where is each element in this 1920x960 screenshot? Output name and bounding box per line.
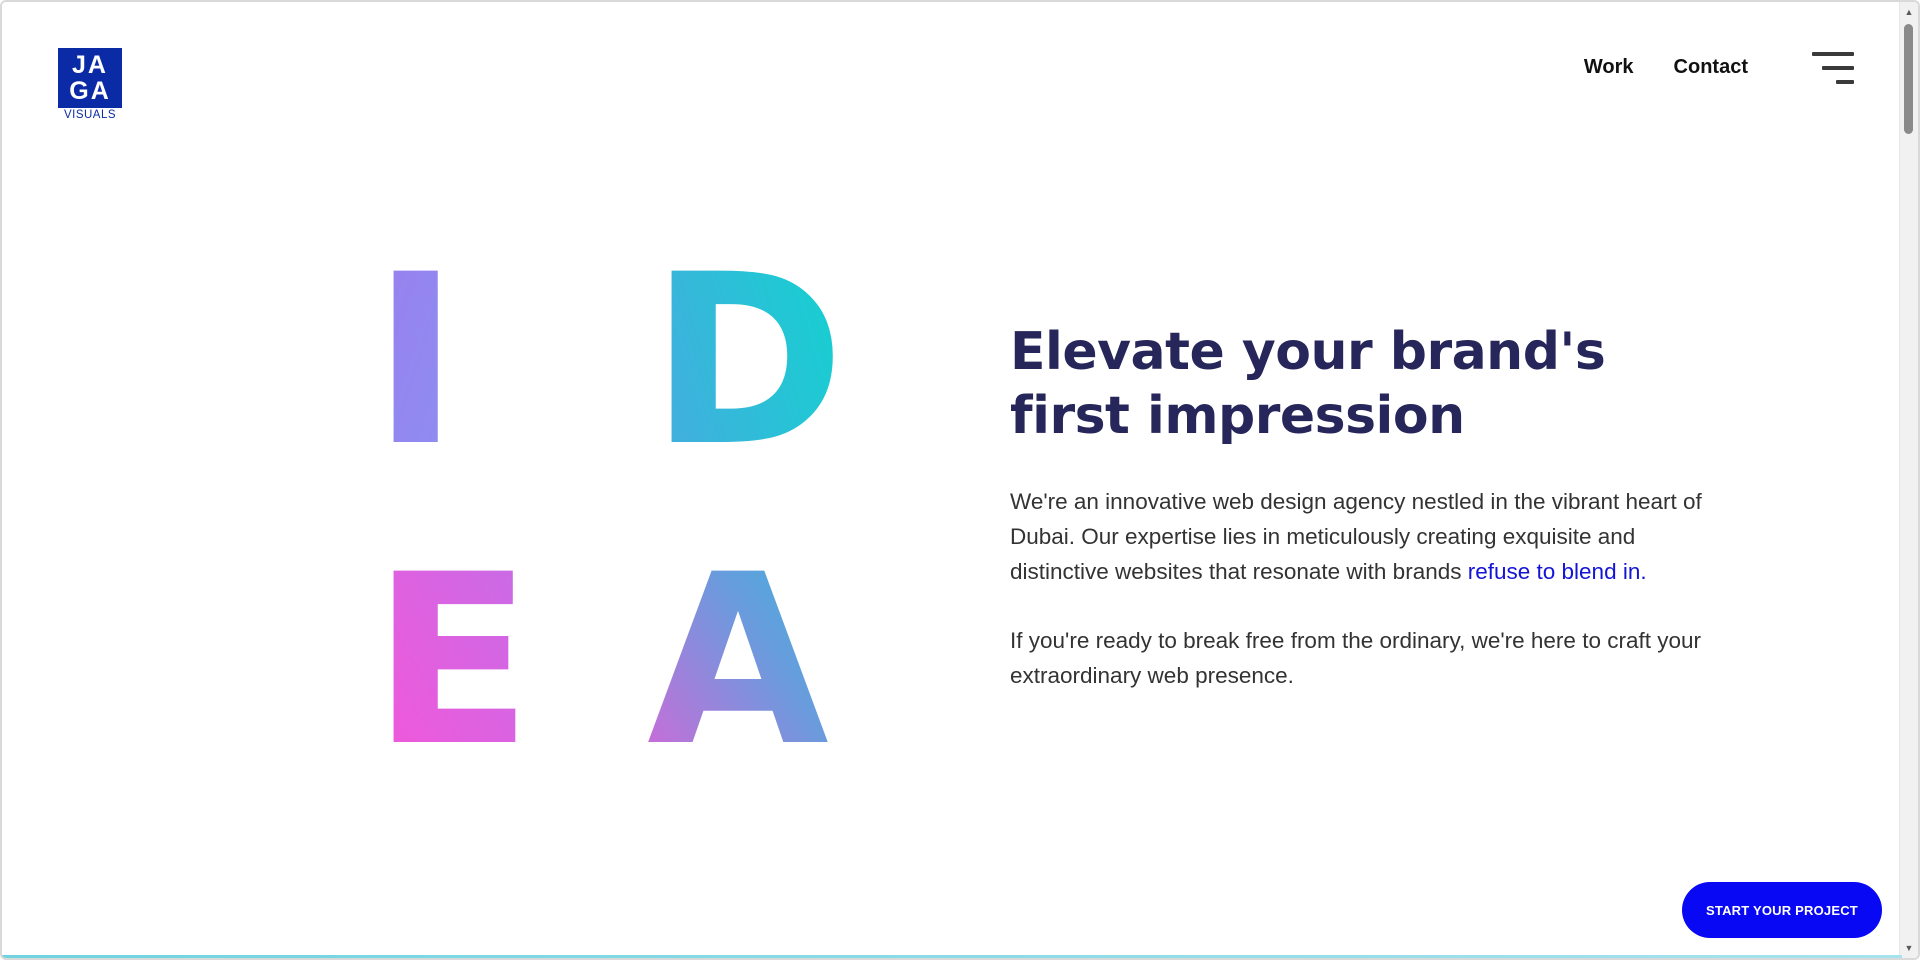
bottom-accent-line bbox=[2, 955, 1902, 958]
idea-letter-i: I bbox=[382, 252, 459, 498]
idea-letters-graphic: I D E A bbox=[372, 225, 882, 798]
logo-subtitle: VISUALS bbox=[63, 109, 117, 121]
start-project-button[interactable]: START YOUR PROJECT bbox=[1682, 882, 1882, 938]
scroll-down-arrow-icon[interactable]: ▼ bbox=[1900, 940, 1918, 956]
menu-bar-middle bbox=[1822, 66, 1854, 70]
nav-link-work[interactable]: Work bbox=[1584, 56, 1634, 79]
refuse-to-blend-link[interactable]: refuse to blend in. bbox=[1468, 559, 1647, 584]
idea-letter-a: A bbox=[647, 525, 829, 762]
idea-letter-d: D bbox=[650, 252, 845, 498]
brand-logo[interactable]: JA GA VISUALS bbox=[58, 48, 122, 121]
menu-bar-bottom bbox=[1836, 80, 1854, 84]
idea-letter-e: E bbox=[382, 525, 533, 762]
top-navigation: Work Contact bbox=[1584, 56, 1748, 79]
hero-description: We're an innovative web design agency ne… bbox=[1010, 484, 1730, 589]
logo-mark: JA GA bbox=[58, 48, 122, 108]
scroll-up-arrow-icon[interactable]: ▲ bbox=[1900, 4, 1918, 20]
hero-title: Elevate your brand's first impression bbox=[1010, 322, 1606, 446]
browser-viewport: JA GA VISUALS Work Contact D E A Elevate… bbox=[0, 0, 1920, 960]
idea-letters-svg: I D E A bbox=[372, 225, 845, 798]
scrollbar-thumb[interactable] bbox=[1904, 24, 1913, 134]
hero-section: Elevate your brand's first impression We… bbox=[1010, 320, 1730, 727]
hamburger-menu-icon[interactable] bbox=[1812, 52, 1854, 84]
nav-link-contact[interactable]: Contact bbox=[1674, 56, 1748, 79]
menu-bar-top bbox=[1812, 52, 1854, 56]
hero-cta-paragraph: If you're ready to break free from the o… bbox=[1010, 628, 1701, 688]
logo-line-1: JA bbox=[72, 51, 108, 79]
vertical-scrollbar[interactable]: ▲ ▼ bbox=[1899, 2, 1918, 958]
logo-line-2: GA bbox=[69, 77, 111, 105]
